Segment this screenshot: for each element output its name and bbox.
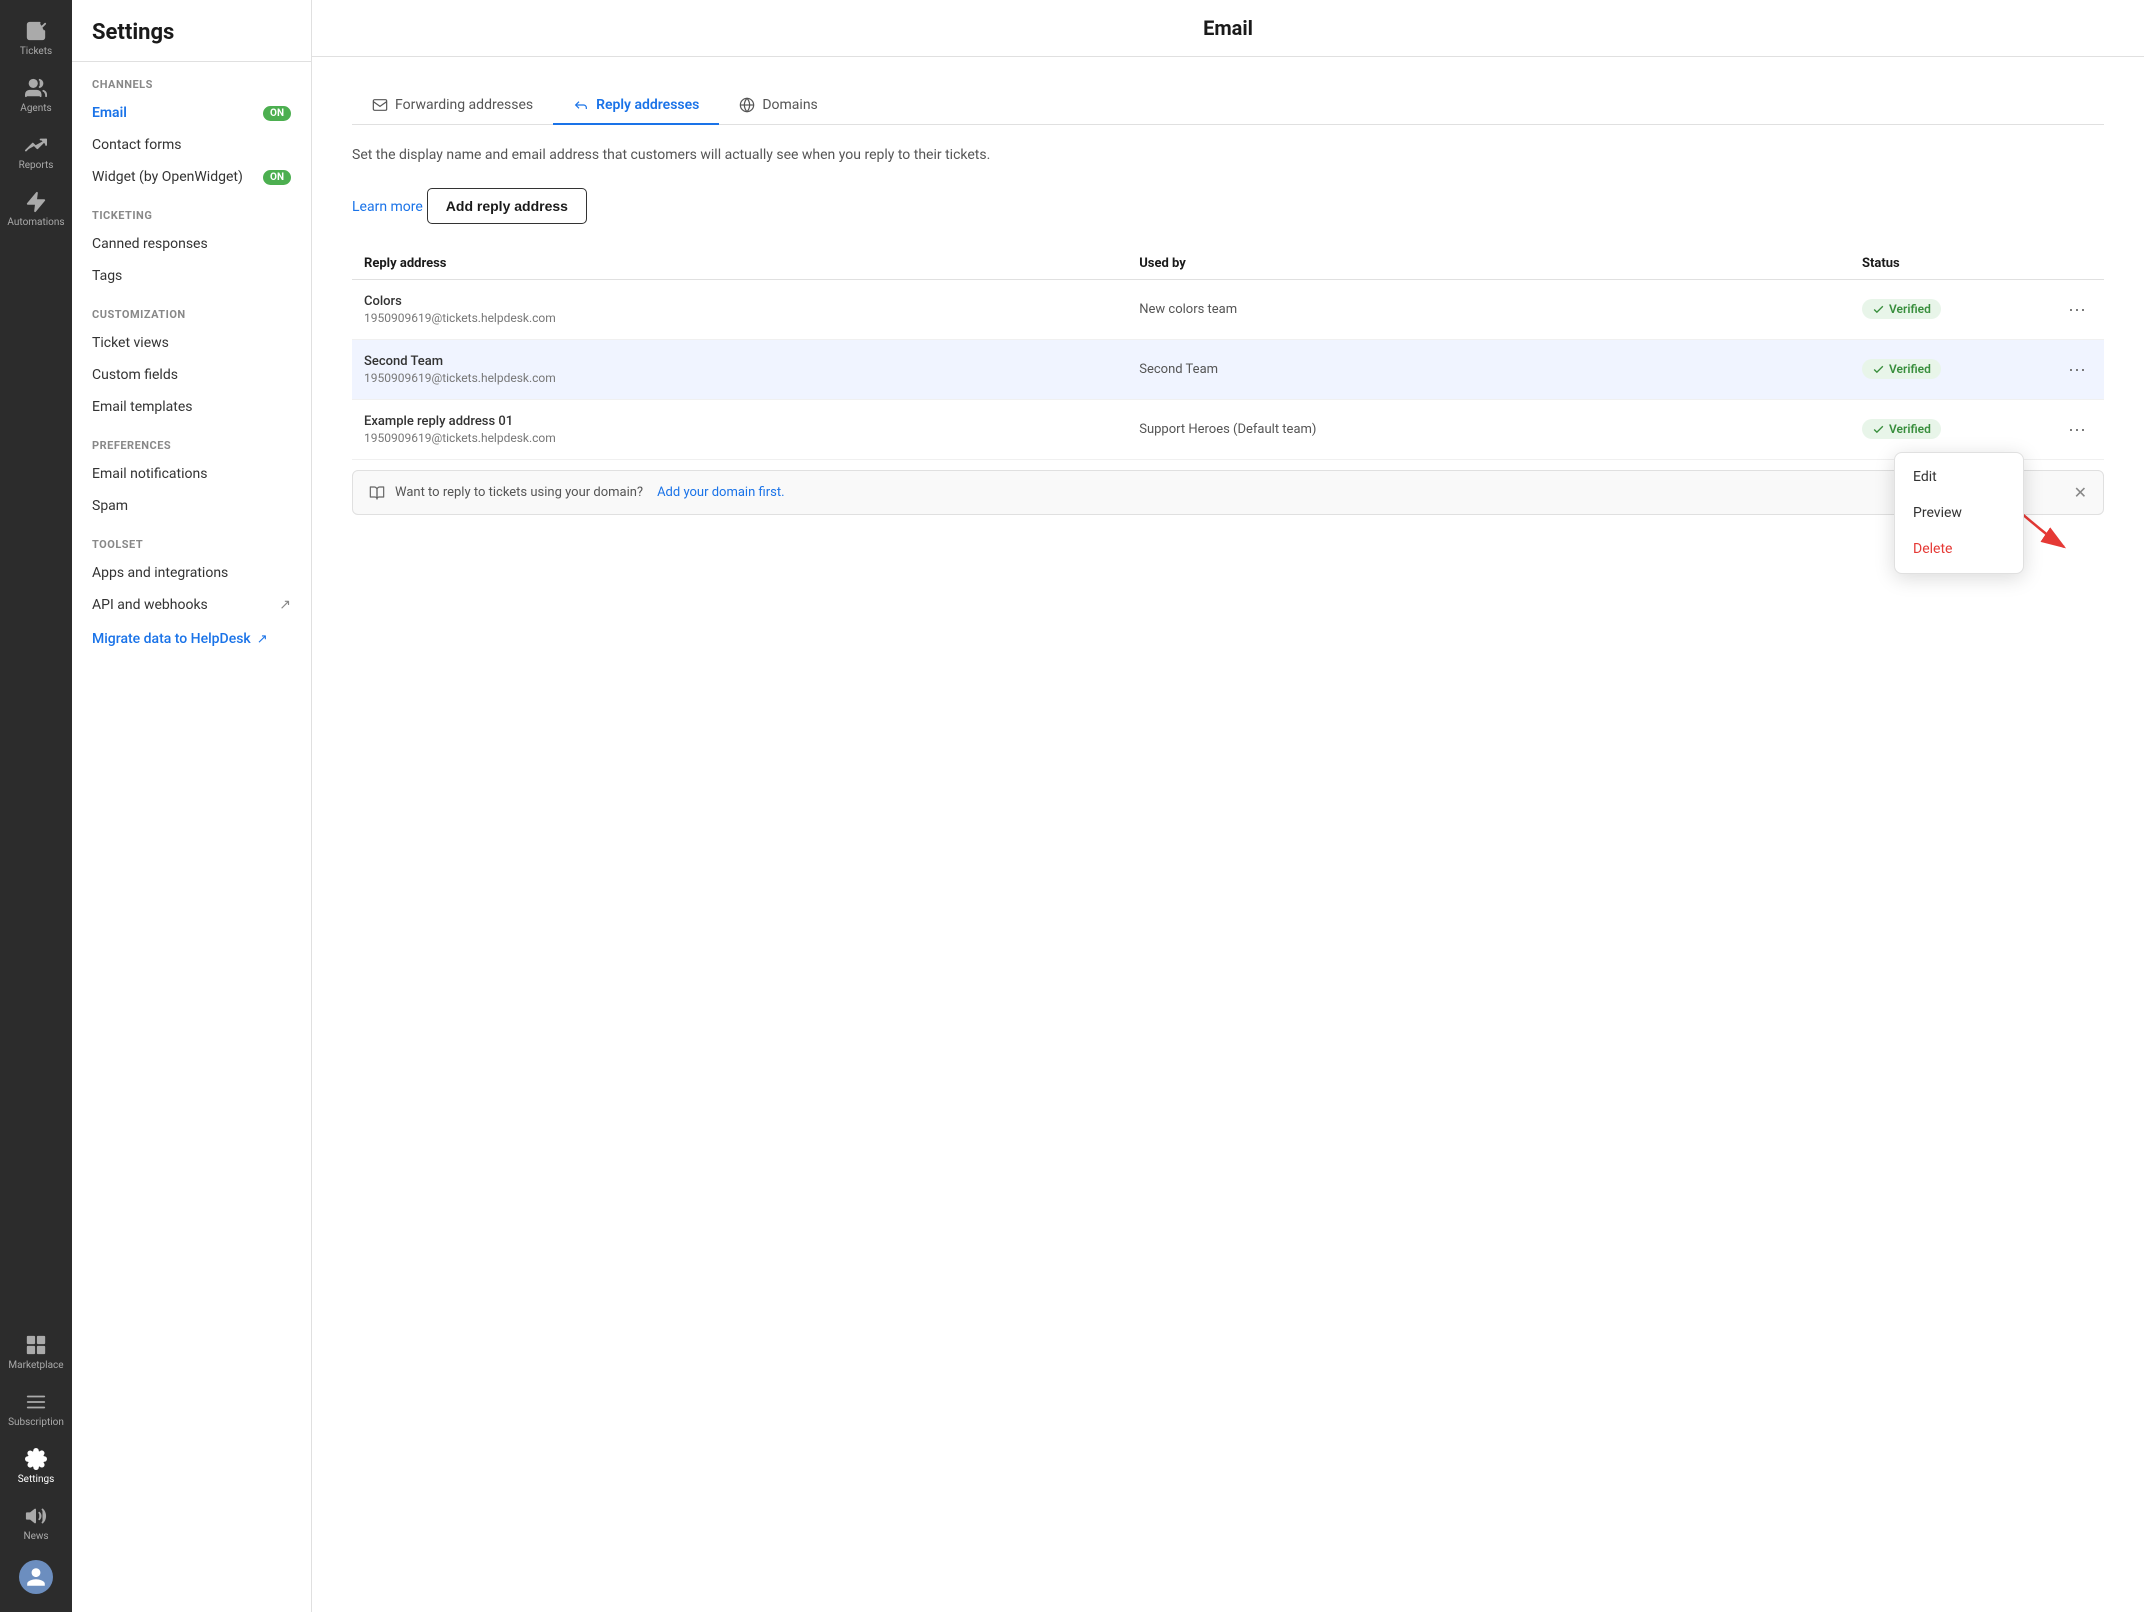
row2-actions: ···	[2050, 340, 2104, 400]
table-row: Example reply address 01 1950909619@tick…	[352, 400, 2104, 460]
verified-badge: Verified	[1862, 419, 1941, 439]
section-toolset: Toolset	[72, 522, 311, 557]
col-reply-address: Reply address	[352, 248, 1127, 280]
context-menu-preview[interactable]: Preview	[1895, 495, 2023, 531]
widget-badge: ON	[263, 170, 291, 185]
sidebar-item-contact-forms[interactable]: Contact forms	[72, 129, 311, 161]
section-channels: Channels	[72, 62, 311, 97]
sidebar-item-email-templates[interactable]: Email templates	[72, 391, 311, 423]
sidebar-item-api[interactable]: API and webhooks ↗	[72, 589, 311, 621]
row3-status: Verified	[1850, 400, 2050, 460]
nav-subscription[interactable]: Subscription	[0, 1381, 72, 1438]
row2-used-by: Second Team	[1127, 340, 1850, 400]
tab-domains[interactable]: Domains	[719, 87, 837, 125]
tab-reply[interactable]: Reply addresses	[553, 87, 719, 125]
tab-bar: Forwarding addresses Reply addresses Dom…	[352, 87, 2104, 125]
section-preferences: Preferences	[72, 423, 311, 458]
row1-status: Verified	[1850, 280, 2050, 340]
nav-agents[interactable]: Agents	[0, 67, 72, 124]
table-row: Second Team 1950909619@tickets.helpdesk.…	[352, 340, 2104, 400]
row1-more-button[interactable]: ···	[2062, 297, 2092, 322]
avatar	[19, 1560, 53, 1594]
nav-automations[interactable]: Automations	[0, 181, 72, 238]
sidebar-item-email-notifications[interactable]: Email notifications	[72, 458, 311, 490]
sidebar: Settings Channels Email ON Contact forms…	[72, 0, 312, 1612]
nav-settings[interactable]: Settings	[0, 1438, 72, 1495]
sidebar-item-custom-fields[interactable]: Custom fields	[72, 359, 311, 391]
col-status: Status	[1850, 248, 2050, 280]
row3-actions: ···	[2050, 400, 2104, 460]
context-menu-edit[interactable]: Edit	[1895, 459, 2023, 495]
sidebar-item-widget-label: Widget (by OpenWidget)	[92, 169, 243, 185]
row3-address: Example reply address 01 1950909619@tick…	[352, 400, 1127, 460]
sidebar-item-contact-forms-label: Contact forms	[92, 137, 182, 153]
learn-more-link[interactable]: Learn more	[352, 199, 423, 215]
page-title: Email	[312, 0, 2144, 57]
row2-address: Second Team 1950909619@tickets.helpdesk.…	[352, 340, 1127, 400]
col-used-by: Used by	[1127, 248, 1850, 280]
domain-notice-link[interactable]: Add your domain first.	[657, 485, 784, 500]
domain-notice-text: Want to reply to tickets using your doma…	[395, 485, 643, 500]
main: Email Forwarding addresses Reply address…	[312, 0, 2144, 1612]
sidebar-item-email[interactable]: Email ON	[72, 97, 311, 129]
tab-forwarding[interactable]: Forwarding addresses	[352, 87, 553, 125]
section-ticketing: Ticketing	[72, 193, 311, 228]
domain-notice: Want to reply to tickets using your doma…	[352, 470, 2104, 515]
row1-used-by: New colors team	[1127, 280, 1850, 340]
sidebar-item-apps[interactable]: Apps and integrations	[72, 557, 311, 589]
sidebar-item-tags[interactable]: Tags	[72, 260, 311, 292]
domain-notice-close-button[interactable]: ✕	[2074, 483, 2087, 502]
tab-description: Set the display name and email address t…	[352, 145, 2104, 166]
ext-link-icon: ↗	[279, 597, 291, 613]
reply-address-table: Reply address Used by Status Colors 1950…	[352, 248, 2104, 460]
migrate-ext-icon: ↗	[257, 632, 268, 647]
book-open-icon	[369, 485, 385, 501]
email-badge: ON	[263, 106, 291, 121]
migrate-link[interactable]: Migrate data to HelpDesk ↗	[72, 621, 311, 657]
context-menu-delete[interactable]: Delete	[1895, 531, 2023, 567]
sidebar-item-email-label: Email	[92, 105, 127, 121]
table-row: Colors 1950909619@tickets.helpdesk.com N…	[352, 280, 2104, 340]
nav-reports[interactable]: Reports	[0, 124, 72, 181]
nav-avatar[interactable]	[0, 1552, 72, 1602]
nav-tickets[interactable]: Tickets	[0, 10, 72, 67]
row3-more-button[interactable]: ···	[2062, 417, 2092, 442]
verified-badge: Verified	[1862, 359, 1941, 379]
main-content: Forwarding addresses Reply addresses Dom…	[312, 57, 2144, 1612]
sidebar-item-canned[interactable]: Canned responses	[72, 228, 311, 260]
sidebar-item-spam[interactable]: Spam	[72, 490, 311, 522]
verified-badge: Verified	[1862, 299, 1941, 319]
add-reply-address-button[interactable]: Add reply address	[427, 188, 587, 224]
sidebar-item-widget[interactable]: Widget (by OpenWidget) ON	[72, 161, 311, 193]
row1-actions: ···	[2050, 280, 2104, 340]
row2-more-button[interactable]: ···	[2062, 357, 2092, 382]
row2-status: Verified	[1850, 340, 2050, 400]
section-customization: Customization	[72, 292, 311, 327]
row3-used-by: Support Heroes (Default team)	[1127, 400, 1850, 460]
icon-nav: Tickets Agents Reports Automations Marke…	[0, 0, 72, 1612]
row1-address: Colors 1950909619@tickets.helpdesk.com	[352, 280, 1127, 340]
sidebar-title: Settings	[72, 20, 311, 62]
context-menu: Edit Preview Delete	[1894, 452, 2024, 574]
sidebar-item-ticket-views[interactable]: Ticket views	[72, 327, 311, 359]
nav-marketplace[interactable]: Marketplace	[0, 1324, 72, 1381]
nav-news[interactable]: News	[0, 1495, 72, 1552]
